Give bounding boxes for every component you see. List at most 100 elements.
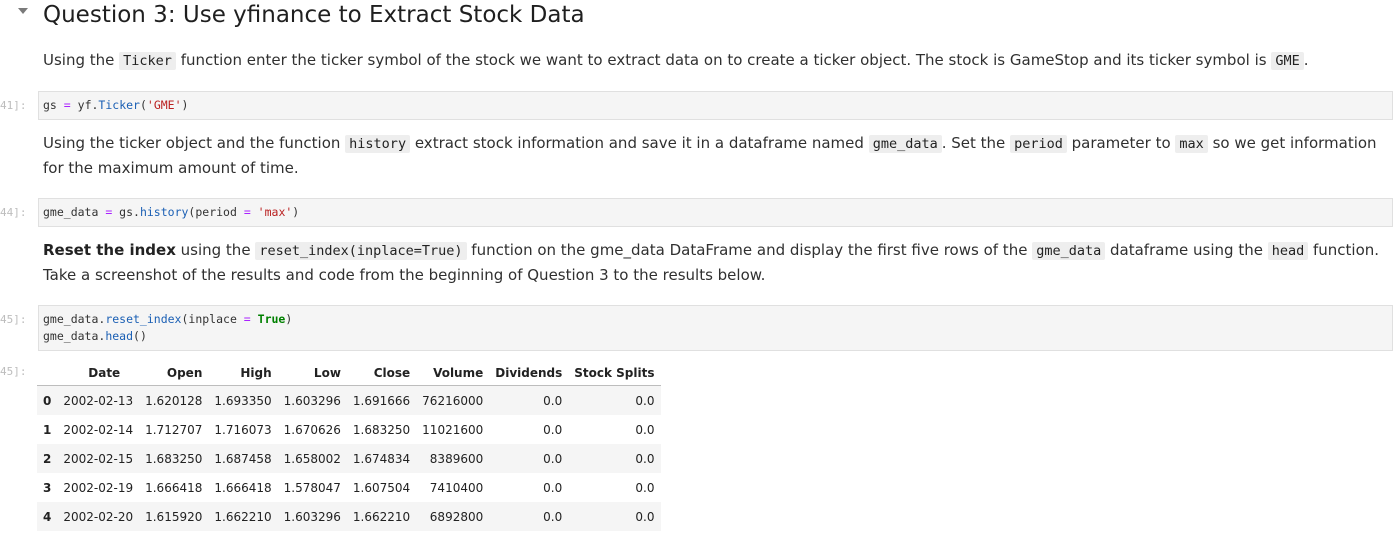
table-row: 0 2002-02-13 1.620128 1.693350 1.603296 … [37, 385, 661, 415]
row-index: 1 [43, 422, 52, 437]
code-token: 'GME' [146, 98, 182, 112]
table-row: 3 2002-02-19 1.666418 1.666418 1.578047 … [37, 473, 661, 502]
table-cell: 1.670626 [283, 422, 341, 437]
code-token: ) [285, 312, 293, 326]
markdown-paragraph-3: Reset the index using the reset_index(in… [43, 238, 1383, 287]
table-cell: 1.687458 [214, 451, 272, 466]
text: using the [175, 241, 256, 259]
inline-code-ticker: Ticker [119, 52, 176, 70]
column-header: Stock Splits [568, 361, 661, 386]
code-token: (period [188, 205, 237, 219]
table-cell: 76216000 [422, 393, 484, 408]
table-cell: 1.674834 [352, 451, 411, 466]
code-token: () [133, 329, 147, 343]
table-cell: 11021600 [422, 422, 484, 437]
table-cell: 0.0 [543, 509, 563, 524]
code-token: reset_index [105, 312, 182, 326]
table-cell: 2002-02-20 [63, 509, 134, 524]
code-token: True [257, 312, 286, 326]
table-cell: 1.662210 [214, 509, 272, 524]
text: . Set the [941, 134, 1011, 152]
column-header: Volume [416, 361, 490, 386]
code-token: ( [139, 98, 147, 112]
code-token: gme_data. [43, 312, 106, 326]
text: function enter the ticker symbol of the … [175, 51, 1272, 69]
column-header: Low [277, 361, 347, 386]
column-header: Close [346, 361, 417, 386]
table-cell: 0.0 [543, 393, 563, 408]
column-header: High [208, 361, 278, 386]
text: dataframe using the [1105, 241, 1268, 259]
code-cell-3[interactable]: gme_data.reset_index(inplace = True) gme… [38, 305, 1393, 351]
code-token: gs. [119, 205, 140, 219]
table-row: 1 2002-02-14 1.712707 1.716073 1.670626 … [37, 415, 661, 444]
input-prompt: 44]: [0, 206, 27, 219]
inline-code-gme-data: gme_data [1032, 242, 1106, 260]
table-cell: 0.0 [635, 451, 655, 466]
table-cell: 2002-02-14 [63, 422, 134, 437]
table-cell: 1.693350 [214, 393, 272, 408]
code-token: history [139, 205, 189, 219]
table-cell: 1.615920 [145, 509, 203, 524]
code-cell-1[interactable]: gs = yf.Ticker('GME') [38, 91, 1393, 120]
inline-code-gme-data: gme_data [868, 135, 942, 153]
dataframe-output-table: Date Open High Low Close Volume Dividend… [37, 361, 661, 531]
column-header: Date [57, 361, 140, 386]
text: . [1303, 51, 1309, 69]
code-token: ) [292, 205, 300, 219]
table-cell: 1.712707 [145, 422, 203, 437]
table-cell: 8389600 [429, 451, 484, 466]
table-cell: 0.0 [543, 451, 563, 466]
table-cell: 0.0 [635, 480, 655, 495]
table-cell: 2002-02-15 [63, 451, 134, 466]
inline-code-reset-index: reset_index(inplace=True) [255, 242, 467, 260]
text: parameter to [1066, 134, 1176, 152]
text: Using the [43, 51, 120, 69]
table-cell: 1.716073 [214, 422, 272, 437]
table-cell: 6892800 [429, 509, 484, 524]
section-heading: Question 3: Use yfinance to Extract Stoc… [43, 2, 585, 28]
markdown-paragraph-2: Using the ticker object and the function… [43, 131, 1383, 180]
table-cell: 7410400 [429, 480, 484, 495]
table-cell: 1.691666 [352, 393, 411, 408]
text: Using the ticker object and the function [43, 134, 346, 152]
inline-code-max: max [1175, 135, 1208, 153]
row-index: 4 [43, 509, 52, 524]
input-prompt: 45]: [0, 313, 27, 326]
code-token: = [56, 98, 78, 112]
code-token: gme_data. [43, 329, 106, 343]
table-header-row: Date Open High Low Close Volume Dividend… [37, 361, 661, 386]
code-token: (inplace [181, 312, 237, 326]
output-prompt: 45]: [0, 365, 27, 378]
collapse-caret-icon[interactable] [18, 8, 28, 14]
inline-code-period: period [1010, 135, 1067, 153]
column-header: Open [139, 361, 209, 386]
column-header-index [37, 361, 58, 386]
table-row: 4 2002-02-20 1.615920 1.662210 1.603296 … [37, 502, 661, 531]
row-index: 2 [43, 451, 52, 466]
table-cell: 0.0 [543, 480, 563, 495]
bold-text: Reset the index [43, 241, 176, 259]
row-index: 3 [43, 480, 52, 495]
table-cell: 1.662210 [352, 509, 411, 524]
table-cell: 1.666418 [214, 480, 272, 495]
table-cell: 1.666418 [145, 480, 203, 495]
code-token: = [236, 312, 258, 326]
table-cell: 0.0 [543, 422, 563, 437]
table-cell: 1.658002 [283, 451, 341, 466]
code-token: = [236, 205, 258, 219]
inline-code-head: head [1267, 242, 1309, 260]
code-token: gs [43, 98, 57, 112]
code-cell-2[interactable]: gme_data = gs.history(period = 'max') [38, 198, 1393, 227]
table-cell: 1.620128 [145, 393, 203, 408]
code-token: gme_data [43, 205, 99, 219]
table-cell: 0.0 [635, 422, 655, 437]
table-cell: 2002-02-13 [63, 393, 134, 408]
text: function on the gme_data DataFrame and d… [466, 241, 1033, 259]
table-cell: 2002-02-19 [63, 480, 134, 495]
markdown-paragraph-1: Using the Ticker function enter the tick… [43, 48, 1383, 73]
row-index: 0 [43, 393, 52, 408]
input-prompt: 41]: [0, 99, 27, 112]
code-token: 'max' [257, 205, 293, 219]
table-cell: 0.0 [635, 393, 655, 408]
